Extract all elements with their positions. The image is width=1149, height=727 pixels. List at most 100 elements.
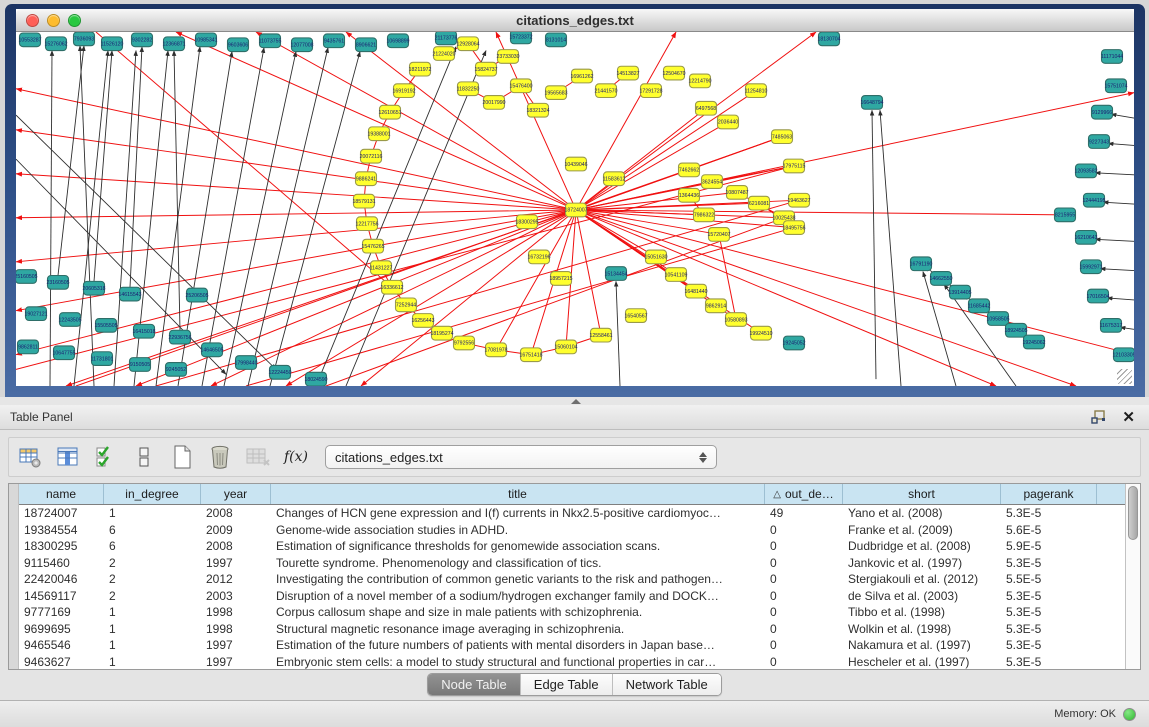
table-cell[interactable]: 9115460 (19, 555, 104, 572)
network-node[interactable]: 10647755 (52, 346, 75, 360)
table-cell[interactable]: 5.6E-5 (1001, 522, 1097, 539)
network-node[interactable]: 11675317 (1100, 319, 1123, 333)
table-cell[interactable]: 1998 (201, 604, 271, 621)
table-cell[interactable]: 5.5E-5 (1001, 571, 1097, 588)
network-node[interactable]: 12243505 (58, 313, 81, 327)
column-header-out_de[interactable]: △out_de… (765, 484, 843, 504)
network-node[interactable]: 10985341 (194, 33, 217, 47)
table-cell[interactable]: 9463627 (19, 654, 104, 670)
network-node[interactable]: 9129966 (1092, 105, 1113, 119)
table-row[interactable]: 946554611997Estimation of the future num… (19, 637, 1125, 654)
network-node[interactable]: 17998440 (234, 356, 257, 370)
network-node[interactable]: 14513827 (616, 66, 639, 80)
network-node[interactable]: 18579131 (352, 194, 375, 208)
network-node[interactable]: 14646505 (200, 343, 223, 357)
network-node[interactable]: 12093582 (1074, 164, 1097, 178)
table-cell[interactable]: Tibbo et al. (1998) (843, 604, 1001, 621)
network-edge[interactable] (50, 51, 52, 386)
column-header-pagerank[interactable]: pagerank (1001, 484, 1097, 504)
network-node[interactable]: 12077008 (290, 38, 313, 52)
table-cell[interactable]: Embryonic stem cells: a model to study s… (271, 654, 765, 670)
network-edge[interactable] (616, 281, 620, 386)
table-cell[interactable]: 5.3E-5 (1001, 637, 1097, 654)
table-options-icon[interactable] (17, 444, 43, 470)
delete-column-icon[interactable] (207, 444, 233, 470)
network-node[interactable]: 12558461 (589, 328, 612, 342)
network-node[interactable]: 18195274 (430, 326, 453, 340)
table-row[interactable]: 969969511998Structural magnetic resonanc… (19, 621, 1125, 638)
network-node[interactable]: 19463627 (787, 193, 810, 207)
network-node[interactable]: 16732196 (527, 250, 550, 264)
network-node[interactable]: 10439046 (564, 157, 587, 171)
network-node[interactable]: 22936756 (168, 330, 191, 344)
network-node[interactable]: 9245052 (166, 363, 187, 377)
table-cell[interactable]: Dudbridge et al. (2008) (843, 538, 1001, 555)
table-cell[interactable]: Yano et al. (2008) (843, 505, 1001, 522)
network-node[interactable]: 16256443 (411, 314, 434, 328)
network-node[interactable]: 18024590 (304, 372, 327, 386)
network-edge[interactable] (16, 210, 576, 311)
network-node[interactable]: 16336612 (380, 280, 403, 294)
network-node[interactable]: 21441570 (594, 84, 617, 98)
network-edge[interactable] (256, 32, 576, 210)
table-cell[interactable]: Estimation of significance thresholds fo… (271, 538, 765, 555)
table-cell[interactable]: Corpus callosum shape and size in male p… (271, 604, 765, 621)
network-node[interactable]: 16481440 (684, 284, 707, 298)
network-edge[interactable] (114, 51, 136, 386)
network-node[interactable]: 16751418 (519, 348, 542, 362)
table-cell[interactable]: Jankovic et al. (1997) (843, 555, 1001, 572)
table-cell[interactable]: 6 (104, 538, 201, 555)
network-node[interactable]: 15051630 (644, 250, 667, 264)
network-node[interactable]: 10541109 (665, 268, 688, 282)
network-node[interactable]: 16961262 (570, 69, 593, 83)
table-cell[interactable]: 0 (765, 555, 843, 572)
network-edge[interactable] (576, 210, 1134, 355)
table-cell[interactable]: 5.3E-5 (1001, 621, 1097, 638)
resize-grip[interactable] (1117, 369, 1132, 384)
table-cell[interactable]: 2 (104, 555, 201, 572)
network-node[interactable]: 18924505 (1004, 323, 1027, 337)
table-cell[interactable]: 18300295 (19, 538, 104, 555)
network-node[interactable]: 14615543 (118, 287, 141, 301)
table-cell[interactable]: 1997 (201, 654, 271, 670)
network-node[interactable]: 18211972 (409, 62, 432, 76)
column-header-title[interactable]: title (271, 484, 765, 504)
column-header-in_degree[interactable]: in_degree (104, 484, 201, 504)
network-node[interactable]: 15505505 (94, 319, 117, 333)
network-node[interactable]: 19924510 (749, 326, 772, 340)
network-node[interactable]: 2036440 (718, 115, 739, 129)
network-node[interactable]: 21224020 (432, 47, 455, 61)
network-edge[interactable] (1103, 202, 1134, 204)
network-node[interactable]: 16540567 (624, 309, 647, 323)
table-cell[interactable]: 2003 (201, 588, 271, 605)
table-cell[interactable]: 2008 (201, 538, 271, 555)
table-cell[interactable]: 9699695 (19, 621, 104, 638)
table-cell[interactable]: 2008 (201, 505, 271, 522)
network-node[interactable]: 14662550 (929, 272, 952, 286)
network-node[interactable]: 16415018 (132, 324, 155, 338)
table-cell[interactable]: 2009 (201, 522, 271, 539)
network-node[interactable]: 15476400 (509, 79, 532, 93)
table-cell[interactable]: 2012 (201, 571, 271, 588)
table-cell[interactable]: Stergiakouli et al. (2012) (843, 571, 1001, 588)
network-node[interactable]: 12444195 (1082, 193, 1105, 207)
network-node[interactable]: 12504670 (662, 66, 685, 80)
table-cell[interactable]: Structural magnetic resonance image aver… (271, 621, 765, 638)
network-canvas[interactable]: 1872400718211972169191921261065119388001… (16, 32, 1134, 386)
network-node[interactable]: 10807487 (725, 186, 748, 200)
network-node[interactable]: 12214790 (688, 74, 711, 88)
network-node[interactable]: 6216081 (749, 196, 770, 210)
network-node[interactable]: 15720407 (707, 228, 730, 242)
table-cell[interactable]: 9777169 (19, 604, 104, 621)
table-cell[interactable]: 0 (765, 571, 843, 588)
network-node[interactable]: 11832250 (457, 82, 480, 96)
network-node[interactable]: 9792556 (454, 336, 475, 350)
table-cell[interactable]: 0 (765, 654, 843, 670)
table-cell[interactable]: 0 (765, 621, 843, 638)
network-node[interactable]: 13914405 (948, 285, 971, 299)
network-node[interactable]: 11171044 (1101, 50, 1123, 64)
network-node[interactable]: 8131014 (546, 33, 567, 47)
scrollbar-thumb[interactable] (1128, 486, 1138, 540)
network-node[interactable]: 12217756 (355, 217, 378, 231)
network-edge[interactable] (174, 51, 180, 331)
